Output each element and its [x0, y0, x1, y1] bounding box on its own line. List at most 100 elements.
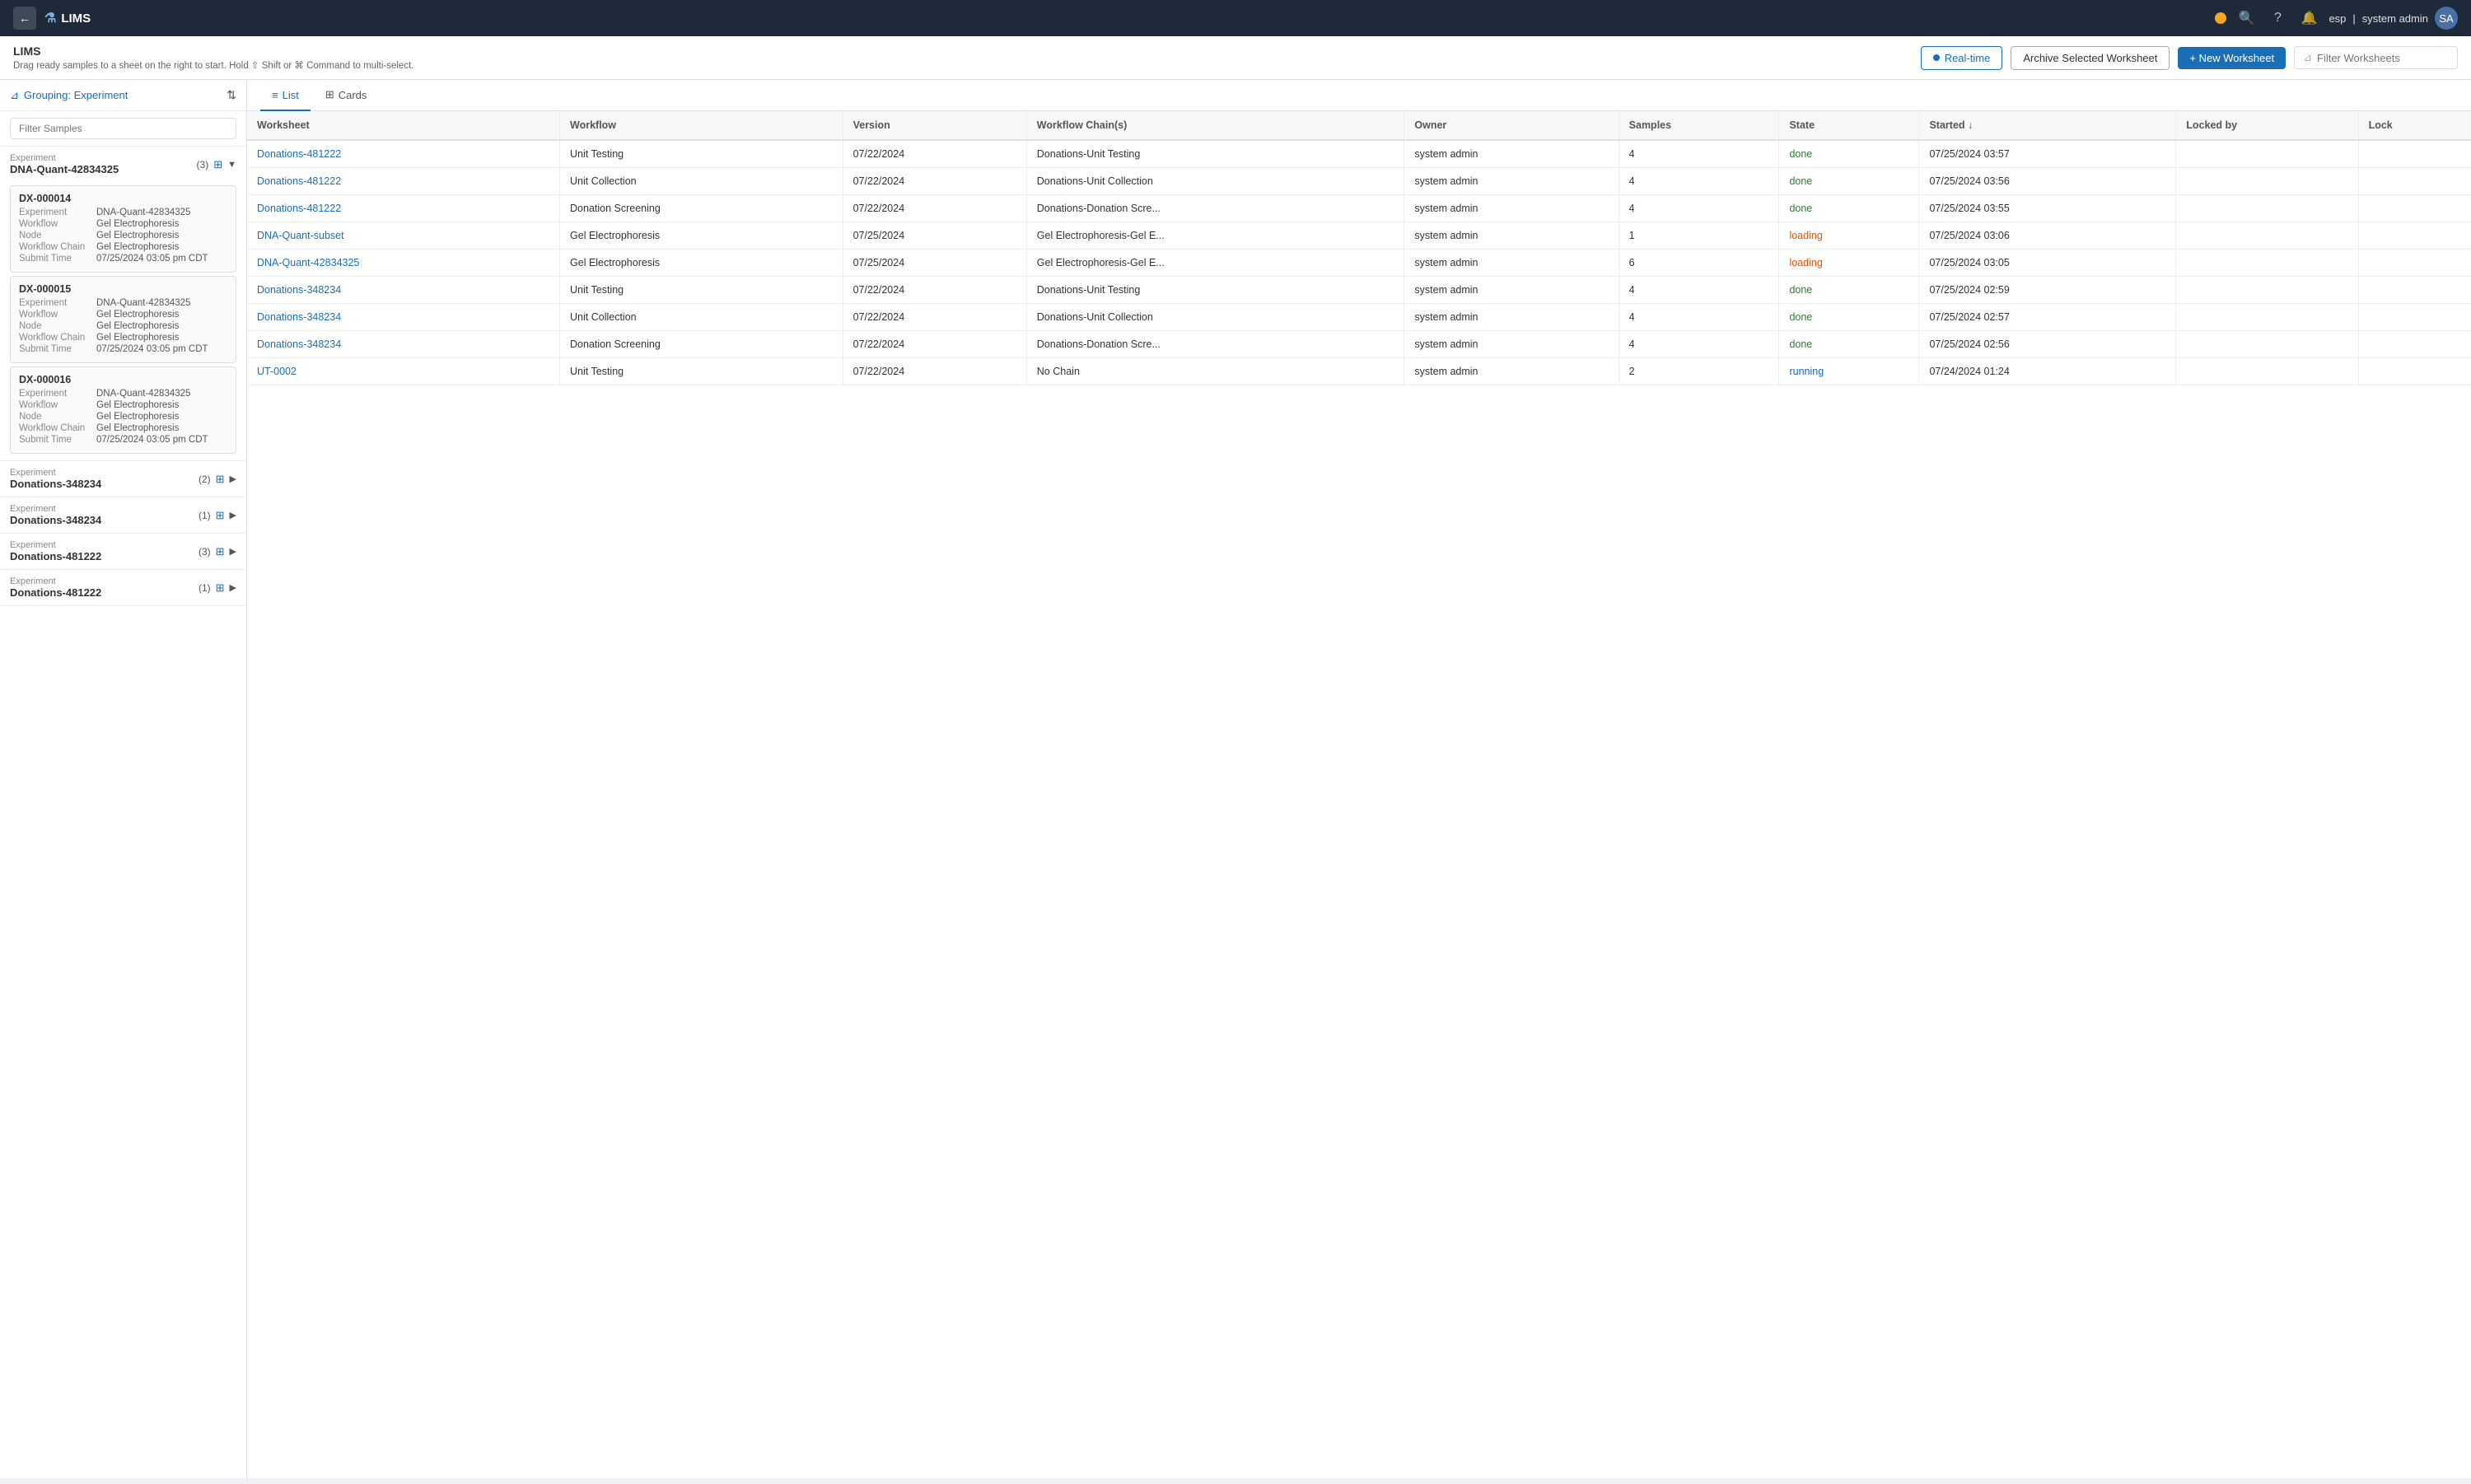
experiment-group-header[interactable]: Experiment Donations-348234 (2) ⊞ ▶: [0, 461, 246, 497]
table-row: DNA-Quant-42834325 Gel Electrophoresis 0…: [247, 250, 2471, 277]
grid-icon[interactable]: ⊞: [216, 473, 225, 486]
table-row: Donations-481222 Unit Testing 07/22/2024…: [247, 140, 2471, 168]
archive-worksheet-button[interactable]: Archive Selected Worksheet: [2011, 46, 2170, 70]
cell-state: done: [1779, 331, 1919, 358]
filter-worksheets-input[interactable]: [2317, 52, 2449, 64]
filter-icon: ⊿: [10, 89, 19, 102]
cell-state: done: [1779, 304, 1919, 331]
cell-workflow-chains: Donations-Donation Scre...: [1026, 195, 1404, 222]
table-row: Donations-348234 Unit Collection 07/22/2…: [247, 304, 2471, 331]
worksheet-link[interactable]: DNA-Quant-42834325: [257, 257, 359, 268]
cell-owner: system admin: [1404, 277, 1619, 304]
worksheet-link[interactable]: Donations-348234: [257, 338, 341, 350]
cell-started: 07/25/2024 02:57: [1919, 304, 2176, 331]
cell-version: 07/22/2024: [843, 195, 1026, 222]
col-started[interactable]: Started ↓: [1919, 111, 2176, 140]
grid-icon[interactable]: ⊞: [216, 509, 225, 522]
cell-worksheet: UT-0002: [247, 358, 560, 385]
cell-worksheet: Donations-481222: [247, 140, 560, 168]
col-workflow-chains: Workflow Chain(s): [1026, 111, 1404, 140]
status-dot: [2215, 12, 2226, 24]
cell-version: 07/25/2024: [843, 222, 1026, 250]
cell-state: done: [1779, 195, 1919, 222]
cell-lock: [2358, 277, 2471, 304]
col-worksheet: Worksheet: [247, 111, 560, 140]
cell-samples: 4: [1619, 331, 1779, 358]
filter-samples-input[interactable]: [10, 118, 236, 139]
worksheet-link[interactable]: UT-0002: [257, 366, 297, 377]
cell-started: 07/25/2024 03:06: [1919, 222, 2176, 250]
cell-lock: [2358, 358, 2471, 385]
experiment-group-header[interactable]: Experiment Donations-481222 (1) ⊞ ▶: [0, 570, 246, 605]
cell-worksheet: Donations-348234: [247, 304, 560, 331]
cell-workflow: Gel Electrophoresis: [560, 250, 843, 277]
cell-locked-by: [2176, 331, 2358, 358]
filter-worksheets-wrapper: ⊿: [2294, 46, 2458, 69]
page-header-left: LIMS Drag ready samples to a sheet on th…: [13, 44, 413, 71]
page-title: LIMS: [13, 44, 413, 58]
col-samples: Samples: [1619, 111, 1779, 140]
worksheet-link[interactable]: Donations-348234: [257, 311, 341, 323]
col-workflow: Workflow: [560, 111, 843, 140]
experiment-group-header[interactable]: Experiment DNA-Quant-42834325 (3) ⊞ ▼: [0, 147, 246, 182]
main-layout: ⊿ Grouping: Experiment ⇅ Experiment DNA-…: [0, 80, 2471, 1478]
cell-workflow: Gel Electrophoresis: [560, 222, 843, 250]
cell-locked-by: [2176, 277, 2358, 304]
new-worksheet-button[interactable]: + New Worksheet: [2178, 47, 2286, 69]
list-tab-icon: ≡: [272, 89, 278, 101]
cell-state: running: [1779, 358, 1919, 385]
grid-icon[interactable]: ⊞: [213, 158, 222, 171]
chevron-right-icon: ▶: [230, 510, 236, 520]
user-name: system admin: [2362, 12, 2428, 25]
experiment-group-header[interactable]: Experiment Donations-481222 (3) ⊞ ▶: [0, 534, 246, 569]
chevron-right-icon: ▶: [230, 582, 236, 593]
cell-state: loading: [1779, 222, 1919, 250]
experiment-group: Experiment Donations-348234 (1) ⊞ ▶: [0, 497, 246, 534]
experiment-group-header[interactable]: Experiment Donations-348234 (1) ⊞ ▶: [0, 497, 246, 533]
search-button[interactable]: 🔍: [2235, 7, 2258, 30]
back-button[interactable]: ←: [13, 7, 36, 30]
realtime-dot: [1933, 54, 1940, 61]
table-row: Donations-348234 Unit Testing 07/22/2024…: [247, 277, 2471, 304]
cell-locked-by: [2176, 358, 2358, 385]
cell-workflow: Donation Screening: [560, 195, 843, 222]
worksheet-link[interactable]: Donations-481222: [257, 203, 341, 214]
cell-locked-by: [2176, 222, 2358, 250]
worksheet-link[interactable]: Donations-348234: [257, 284, 341, 296]
chevron-right-icon: ▶: [230, 546, 236, 557]
cell-started: 07/25/2024 03:57: [1919, 140, 2176, 168]
worksheet-link[interactable]: Donations-481222: [257, 148, 341, 160]
sort-icon[interactable]: ⇅: [227, 88, 236, 102]
cell-workflow: Unit Testing: [560, 140, 843, 168]
grid-icon[interactable]: ⊞: [216, 545, 225, 558]
cell-owner: system admin: [1404, 250, 1619, 277]
help-button[interactable]: ?: [2266, 7, 2289, 30]
realtime-button[interactable]: Real-time: [1921, 46, 2003, 70]
cell-version: 07/22/2024: [843, 168, 1026, 195]
cell-version: 07/22/2024: [843, 358, 1026, 385]
worksheet-link[interactable]: DNA-Quant-subset: [257, 230, 344, 241]
avatar: SA: [2435, 7, 2458, 30]
tab-cards[interactable]: ⊞ Cards: [314, 80, 379, 111]
col-lock: Lock: [2358, 111, 2471, 140]
cell-workflow-chains: Donations-Unit Collection: [1026, 304, 1404, 331]
cell-workflow-chains: Donations-Unit Testing: [1026, 140, 1404, 168]
grid-icon[interactable]: ⊞: [216, 581, 225, 595]
tab-list[interactable]: ≡ List: [260, 81, 311, 111]
user-info: esp | system admin SA: [2329, 7, 2458, 30]
sidebar: ⊿ Grouping: Experiment ⇅ Experiment DNA-…: [0, 80, 247, 1478]
notifications-button[interactable]: 🔔: [2297, 7, 2320, 30]
top-nav: ← ⚗ LIMS 🔍 ? 🔔 esp | system admin SA: [0, 0, 2471, 36]
col-owner: Owner: [1404, 111, 1619, 140]
cell-samples: 1: [1619, 222, 1779, 250]
cell-started: 07/25/2024 03:05: [1919, 250, 2176, 277]
cell-version: 07/22/2024: [843, 304, 1026, 331]
cell-locked-by: [2176, 168, 2358, 195]
sidebar-filter-area: [0, 111, 246, 147]
cell-samples: 4: [1619, 277, 1779, 304]
sample-card: DX-000016 ExperimentDNA-Quant-42834325 W…: [10, 366, 236, 454]
table-header-row: Worksheet Workflow Version Workflow Chai…: [247, 111, 2471, 140]
worksheet-link[interactable]: Donations-481222: [257, 175, 341, 187]
cell-samples: 4: [1619, 304, 1779, 331]
cell-worksheet: Donations-348234: [247, 277, 560, 304]
